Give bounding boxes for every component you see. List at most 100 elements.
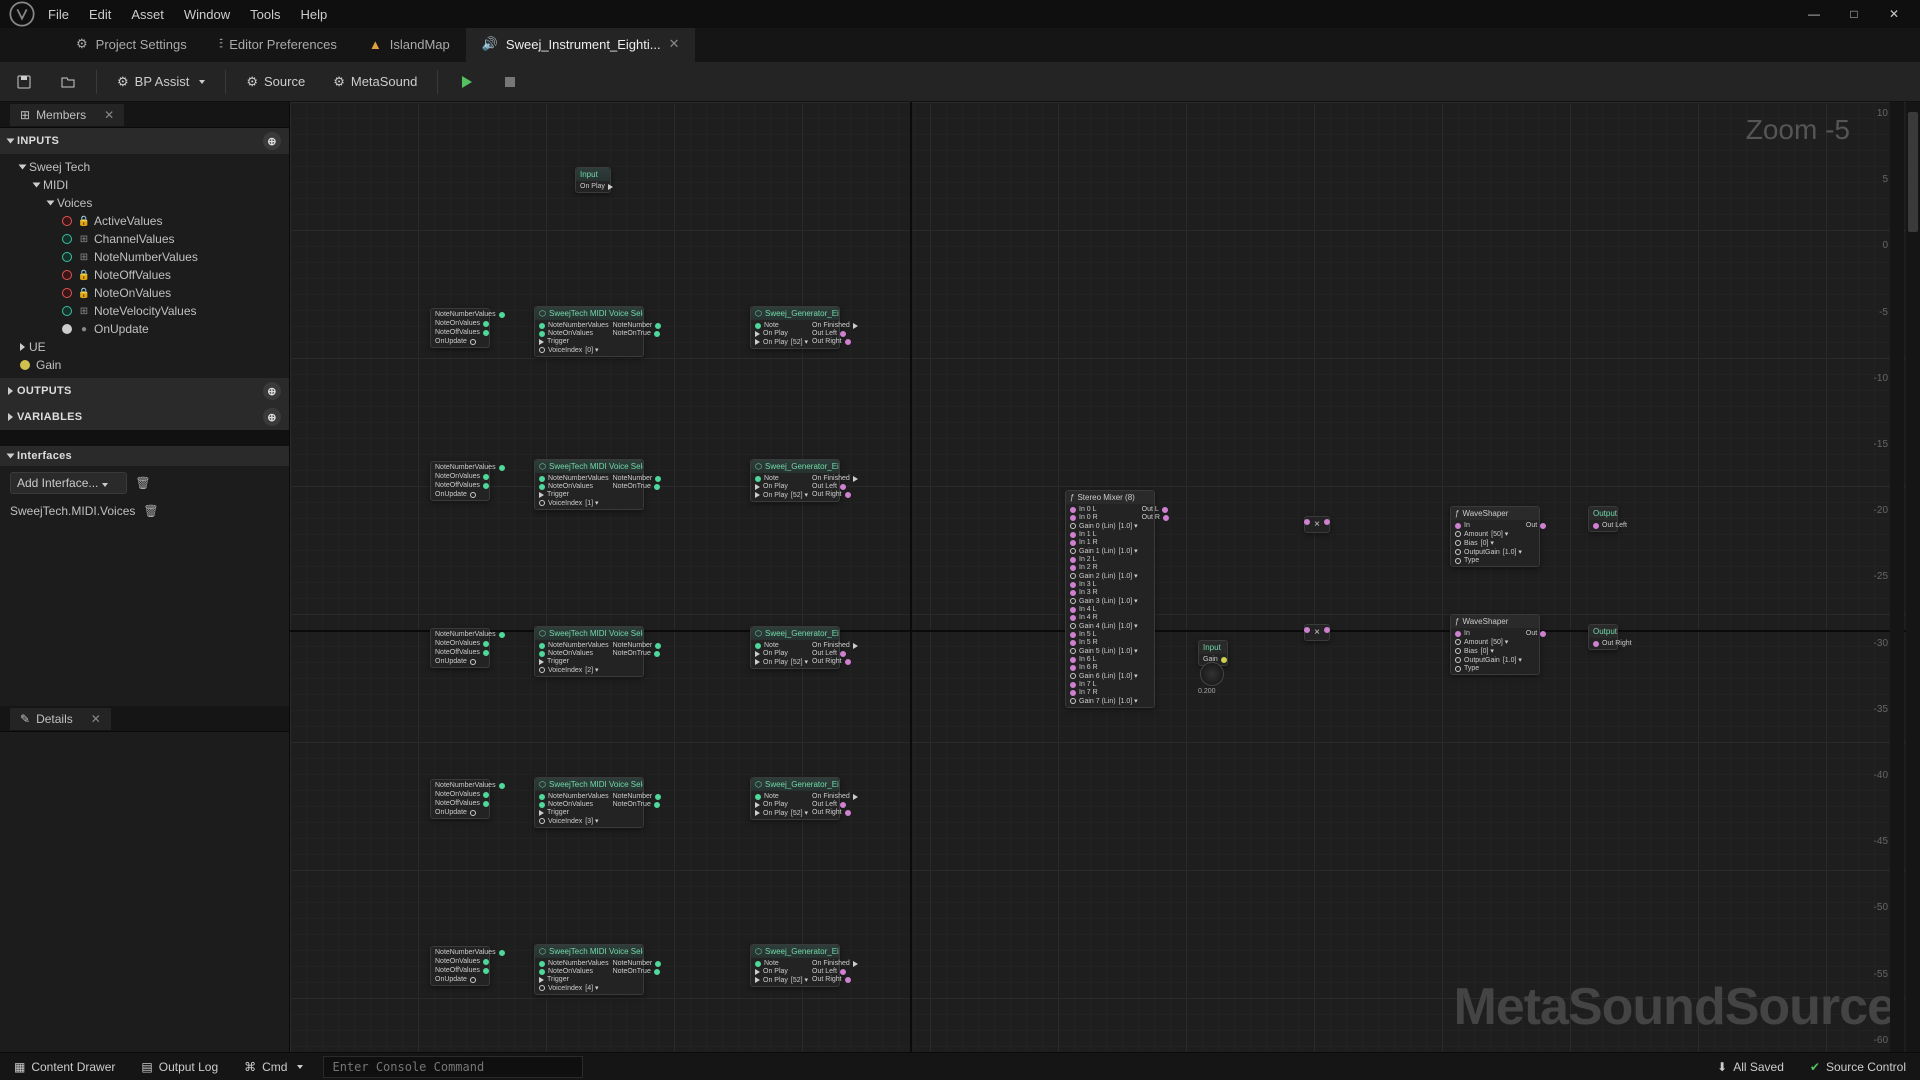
node-voice-select[interactable]: ⬡SweejTech MIDI Voice Select SingleNoteN…: [534, 459, 644, 510]
pin-icon: [20, 360, 30, 370]
variables-label: VARIABLES: [17, 411, 82, 423]
disclosure-icon: [47, 201, 55, 206]
node-input-onplay[interactable]: Input On Play: [575, 167, 611, 193]
node-voice-select[interactable]: ⬡SweejTech MIDI Voice Select SingleNoteN…: [534, 626, 644, 677]
interface-row[interactable]: SweejTech.MIDI.Voices 🗑: [10, 500, 279, 522]
tree-item-notevelocityvalues[interactable]: ⊞NoteVelocityValues: [0, 302, 289, 320]
node-voice-select[interactable]: ⬡SweejTech MIDI Voice Select SingleNoteN…: [534, 777, 644, 828]
node-reroute-pins[interactable]: NoteNumberValuesNoteOnValuesNoteOffValue…: [430, 946, 490, 986]
tab-islandmap[interactable]: ▲ IslandMap: [353, 29, 466, 62]
tab-metasound-asset[interactable]: 🔊 Sweej_Instrument_Eighti... ✕: [466, 28, 696, 62]
tree-label: NoteOffValues: [94, 268, 171, 282]
tree-group-ue[interactable]: UE: [0, 338, 289, 356]
graph-watermark: MetaSoundSource: [1454, 977, 1896, 1037]
menu-file[interactable]: File: [48, 7, 69, 22]
details-tab[interactable]: ✎ Details ✕: [10, 708, 111, 730]
tree-item-gain[interactable]: Gain: [0, 356, 289, 374]
node-reroute-pins[interactable]: NoteNumberValuesNoteOnValuesNoteOffValue…: [430, 779, 490, 819]
node-voice-select[interactable]: ⬡SweejTech MIDI Voice Select SingleNoteN…: [534, 944, 644, 995]
node-waveshaper[interactable]: ƒWaveShaper In Amount[50] ▾ Bias[0] ▾ Ou…: [1450, 506, 1540, 567]
tree-label: ChannelValues: [94, 232, 175, 246]
chevron-down-icon: [102, 483, 108, 487]
menu-tools[interactable]: Tools: [250, 7, 280, 22]
pin-icon: [62, 252, 72, 262]
console-input[interactable]: [323, 1056, 583, 1078]
node-multiply[interactable]: ×: [1304, 624, 1330, 641]
tree-item-activevalues[interactable]: 🔒ActiveValues: [0, 212, 289, 230]
node-generator[interactable]: ⬡Sweej_Generator_Eighties_MIDINoteOn Pla…: [750, 777, 840, 820]
node-generator[interactable]: ⬡Sweej_Generator_Eighties_MIDINoteOn Pla…: [750, 626, 840, 669]
tab-editor-preferences[interactable]: ⫶⫶ Editor Preferences: [203, 28, 353, 62]
inputs-section-header[interactable]: INPUTS ⊕: [0, 128, 289, 154]
menu-edit[interactable]: Edit: [89, 7, 111, 22]
source-button[interactable]: ⚙ Source: [238, 70, 313, 94]
node-voice-select[interactable]: ⬡SweejTech MIDI Voice Select Single Note…: [534, 306, 644, 357]
menu-asset[interactable]: Asset: [131, 7, 164, 22]
trash-icon[interactable]: 🗑: [141, 502, 160, 520]
tab-project-settings[interactable]: ⚙ Project Settings: [60, 28, 203, 62]
menu-window[interactable]: Window: [184, 7, 230, 22]
all-saved-indicator[interactable]: ⬇All Saved: [1711, 1057, 1790, 1077]
node-graph[interactable]: Zoom -5 MetaSoundSource: [290, 102, 1920, 1052]
node-reroute-pins[interactable]: NoteNumberValuesNoteOnValuesNoteOffValue…: [430, 628, 490, 668]
source-control-button[interactable]: ✔Source Control: [1804, 1057, 1912, 1077]
node-output-right[interactable]: Output Out Right: [1588, 624, 1618, 650]
cmd-button[interactable]: ⌘Cmd: [238, 1057, 309, 1077]
tree-group-midi[interactable]: MIDI: [0, 176, 289, 194]
maximize-button[interactable]: □: [1836, 2, 1872, 26]
metasound-button[interactable]: ⚙ MetaSound: [325, 70, 425, 94]
tab-close-icon[interactable]: ✕: [669, 36, 680, 52]
node-multiply[interactable]: ×: [1304, 516, 1330, 533]
outputs-section-header[interactable]: OUTPUTS ⊕: [0, 378, 289, 404]
settings-icon: ⚙: [76, 36, 88, 52]
close-icon[interactable]: ✕: [79, 712, 101, 726]
add-output-button[interactable]: ⊕: [263, 382, 281, 400]
close-button[interactable]: ✕: [1876, 2, 1912, 26]
gain-knob[interactable]: [1200, 662, 1224, 686]
bp-assist-button[interactable]: ⚙ BP Assist: [109, 70, 213, 94]
add-variable-button[interactable]: ⊕: [263, 408, 281, 426]
scrollbar-thumb[interactable]: [1908, 112, 1918, 232]
trash-icon[interactable]: 🗑: [133, 474, 152, 492]
tree-item-noteoffvalues[interactable]: 🔒NoteOffValues: [0, 266, 289, 284]
tab-label: IslandMap: [390, 37, 450, 52]
tree-label: ActiveValues: [94, 214, 162, 228]
node-generator[interactable]: ⬡Sweej_Generator_Eighties_MIDI Note On P…: [750, 306, 840, 349]
output-log-button[interactable]: ▤Output Log: [135, 1057, 224, 1077]
menu-help[interactable]: Help: [300, 7, 327, 22]
save-button[interactable]: [8, 70, 40, 94]
tree-group-sweejtech[interactable]: Sweej Tech: [0, 158, 289, 176]
node-waveshaper[interactable]: ƒWaveShaper In Amount[50] ▾ Bias[0] ▾ Ou…: [1450, 614, 1540, 675]
node-reroute-pins[interactable]: NoteNumberValuesNoteOnValuesNoteOffValue…: [430, 461, 490, 501]
node-output-left[interactable]: Output Out Left: [1588, 506, 1618, 532]
details-label: Details: [36, 712, 73, 726]
pin-icon: [62, 288, 72, 298]
inputs-label: INPUTS: [17, 135, 59, 147]
node-reroute-pins[interactable]: NoteNumberValues NoteOnValues NoteOffVal…: [430, 308, 490, 348]
add-interface-select[interactable]: Add Interface...: [10, 472, 127, 494]
variables-section-header[interactable]: VARIABLES ⊕: [0, 404, 289, 430]
tree-label: Gain: [36, 358, 61, 372]
stop-button[interactable]: [494, 70, 526, 94]
tree-item-noteonvalues[interactable]: 🔒NoteOnValues: [0, 284, 289, 302]
node-generator[interactable]: ⬡Sweej_Generator_Eighties_MIDINoteOn Pla…: [750, 944, 840, 987]
disclosure-icon: [19, 165, 27, 170]
tab-label: Sweej_Instrument_Eighti...: [506, 37, 661, 52]
chevron-down-icon: [199, 80, 205, 84]
members-tab[interactable]: ⊞ Members ✕: [10, 104, 124, 126]
node-stereo-mixer[interactable]: ƒStereo Mixer (8) In 0 LIn 0 RGain 0 (Li…: [1065, 490, 1155, 708]
content-drawer-button[interactable]: ▦Content Drawer: [8, 1057, 121, 1077]
tree-item-channelvalues[interactable]: ⊞ChannelValues: [0, 230, 289, 248]
node-generator[interactable]: ⬡Sweej_Generator_Eighties_MIDINoteOn Pla…: [750, 459, 840, 502]
grid-icon: ⊞: [78, 305, 90, 317]
ue-logo-icon: [8, 0, 36, 28]
minimize-button[interactable]: —: [1796, 2, 1832, 26]
close-icon[interactable]: ✕: [92, 108, 114, 122]
tree-item-onupdate[interactable]: ●OnUpdate: [0, 320, 289, 338]
browse-button[interactable]: [52, 70, 84, 94]
tree-item-notenumbervalues[interactable]: ⊞NoteNumberValues: [0, 248, 289, 266]
add-input-button[interactable]: ⊕: [263, 132, 281, 150]
tree-group-voices[interactable]: Voices: [0, 194, 289, 212]
play-button[interactable]: [450, 70, 482, 94]
interfaces-section-header[interactable]: Interfaces: [0, 446, 289, 466]
